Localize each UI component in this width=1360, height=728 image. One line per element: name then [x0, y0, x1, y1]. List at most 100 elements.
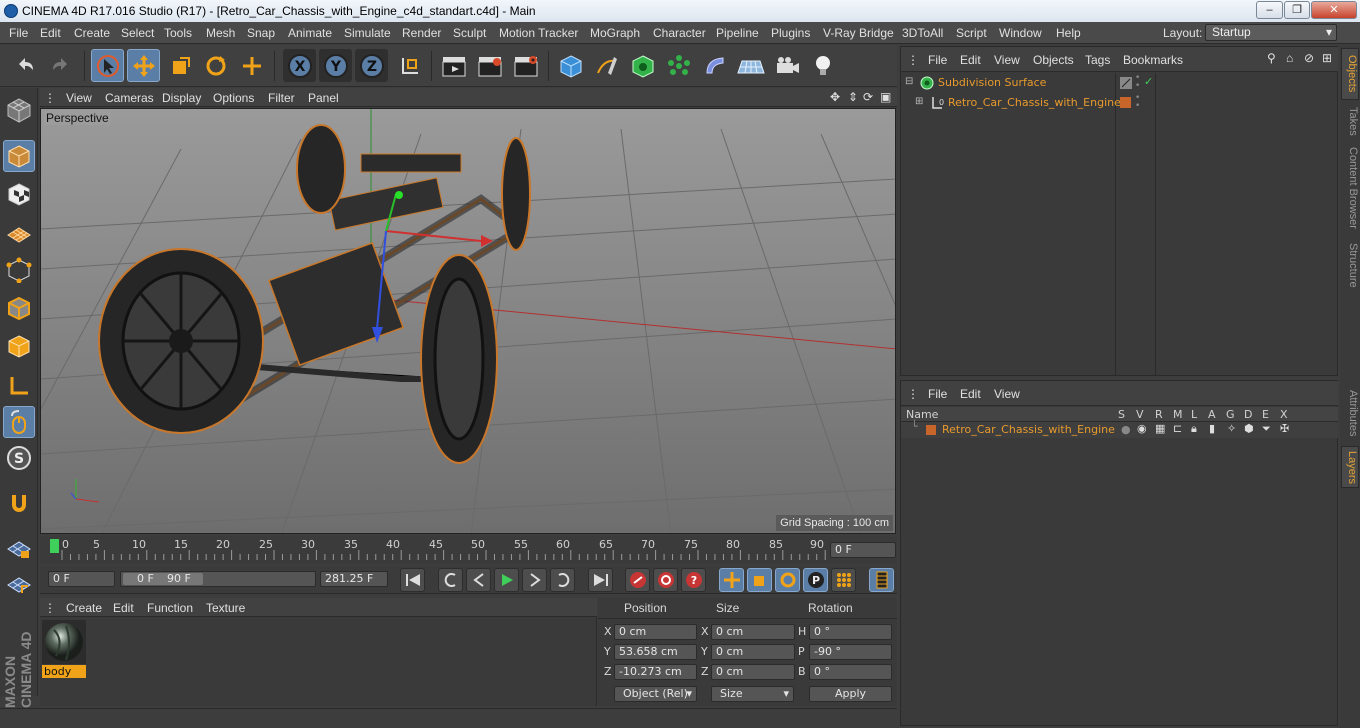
subdivision-surface-button[interactable] [626, 49, 659, 82]
menu-mograph[interactable]: MoGraph [590, 26, 640, 40]
viewport-drag-handle-icon[interactable]: ⋮ [44, 91, 56, 105]
camera-object-button[interactable] [770, 49, 803, 82]
make-editable-button[interactable] [3, 94, 35, 126]
tree-item-retro-car[interactable]: ⊞ 0 Retro_Car_Chassis_with_Engine • • [901, 94, 1338, 112]
column-render[interactable]: R [1155, 408, 1163, 421]
z-axis-button[interactable]: Z [355, 49, 388, 82]
prev-frame-button[interactable] [466, 568, 491, 592]
viewport-maximize-icon[interactable]: ▣ [880, 90, 891, 104]
expand-icon[interactable]: ⊞ [915, 96, 923, 107]
snap-button[interactable]: S [3, 442, 35, 474]
enable-axis-button[interactable] [3, 370, 35, 402]
viewport-menu-view[interactable]: View [66, 91, 92, 105]
column-solo[interactable]: S [1118, 408, 1125, 421]
viewport-menu-panel[interactable]: Panel [308, 91, 339, 105]
apply-button[interactable]: Apply [809, 686, 892, 702]
panel-drag-handle-icon[interactable]: ⋮ [44, 601, 56, 615]
layer-color-tag[interactable] [1120, 97, 1131, 108]
current-frame-field[interactable]: 0 F [830, 542, 896, 558]
menu-tools[interactable]: Tools [164, 26, 192, 40]
column-deformers[interactable]: D [1244, 408, 1252, 421]
record-keys-button[interactable] [625, 568, 650, 592]
tab-takes[interactable]: Takes [1341, 102, 1359, 140]
keyframe-selection-button[interactable]: ? [681, 568, 706, 592]
key-pla-button[interactable] [831, 568, 856, 592]
key-scale-button[interactable] [747, 568, 772, 592]
home-icon[interactable]: ⌂ [1286, 51, 1293, 65]
position-y-field[interactable]: 53.658 cm [614, 644, 697, 660]
menu-render[interactable]: Render [402, 26, 441, 40]
rotate-tool-button[interactable] [199, 49, 232, 82]
layout-select[interactable]: Startup ▾ [1205, 24, 1337, 41]
rotation-h-field[interactable]: 0 ° [809, 624, 892, 640]
menu-script[interactable]: Script [956, 26, 987, 40]
menu-vray-bridge[interactable]: V-Ray Bridge [823, 26, 894, 40]
coordinate-system-button[interactable] [392, 49, 425, 82]
tree-item-subdivision-surface[interactable]: ⊟ Subdivision Surface • • ✓ [901, 74, 1338, 92]
goto-start-button[interactable] [400, 568, 425, 592]
menu-snap[interactable]: Snap [247, 26, 275, 40]
menu-pipeline[interactable]: Pipeline [716, 26, 759, 40]
menu-file[interactable]: File [9, 26, 28, 40]
material-menu-texture[interactable]: Texture [206, 601, 245, 615]
object-menu-tags[interactable]: Tags [1085, 53, 1110, 67]
render-picture-viewer-button[interactable] [473, 49, 506, 82]
close-button[interactable]: ✕ [1311, 1, 1357, 19]
render-dots-icon[interactable]: • • [1135, 94, 1140, 111]
texture-mode-button[interactable] [3, 178, 35, 210]
perspective-viewport[interactable]: Perspective Grid Spacing : 100 cm [40, 108, 896, 534]
deformer-icon[interactable]: ⬢ [1244, 422, 1254, 435]
search-icon[interactable]: ⚲ [1267, 51, 1276, 65]
next-key-button[interactable] [550, 568, 575, 592]
pen-spline-button[interactable] [590, 49, 623, 82]
undo-button[interactable] [8, 49, 41, 82]
y-axis-button[interactable]: Y [319, 49, 352, 82]
live-selection-button[interactable] [91, 49, 124, 82]
menu-3dtoall[interactable]: 3DToAll [902, 26, 943, 40]
render-clapboard-icon[interactable]: ▦ [1155, 422, 1165, 435]
layer-row[interactable]: └ Retro_Car_Chassis_with_Engine ● ◉ ▦ ⊏ … [901, 420, 1338, 438]
tweak-mode-button[interactable] [3, 406, 35, 438]
cloner-button[interactable] [662, 49, 695, 82]
scale-tool-button[interactable] [163, 49, 196, 82]
polygons-mode-button[interactable] [3, 330, 35, 362]
collapse-icon[interactable]: ⊟ [905, 76, 913, 87]
column-generators[interactable]: G [1226, 408, 1235, 421]
object-menu-bookmarks[interactable]: Bookmarks [1123, 53, 1183, 67]
viewport-zoom-icon[interactable]: ⇕ [848, 90, 858, 104]
column-expressions[interactable]: E [1262, 408, 1269, 421]
menu-mesh[interactable]: Mesh [206, 26, 235, 40]
tab-structure[interactable]: Structure [1341, 236, 1359, 294]
lock-workplane-button[interactable] [3, 532, 35, 564]
viewport-menu-options[interactable]: Options [213, 91, 254, 105]
preview-range-slider[interactable]: 0 F 90 F [120, 571, 316, 587]
animation-icon[interactable]: ▮ [1209, 422, 1215, 435]
panel-drag-handle-icon[interactable]: ⋮ [907, 53, 919, 67]
play-button[interactable] [494, 568, 519, 592]
column-view[interactable]: V [1136, 408, 1144, 421]
key-parameter-button[interactable]: P [803, 568, 828, 592]
model-mode-button[interactable] [3, 140, 35, 172]
lock-icon[interactable]: 🔒︎ [1191, 422, 1197, 436]
edges-mode-button[interactable] [3, 292, 35, 324]
enabled-check-icon[interactable]: ✓ [1144, 75, 1153, 88]
key-rotation-button[interactable] [775, 568, 800, 592]
object-menu-view[interactable]: View [994, 53, 1020, 67]
column-animation[interactable]: A [1208, 408, 1216, 421]
prev-key-button[interactable] [438, 568, 463, 592]
size-y-field[interactable]: 0 cm [711, 644, 795, 660]
menu-select[interactable]: Select [121, 26, 154, 40]
material-menu-create[interactable]: Create [66, 601, 102, 615]
tab-layers[interactable]: Layers [1341, 446, 1359, 488]
generator-icon[interactable]: ✧ [1227, 422, 1236, 435]
timeline-window-button[interactable] [869, 568, 894, 592]
position-x-field[interactable]: 0 cm [614, 624, 697, 640]
viewport-menu-cameras[interactable]: Cameras [105, 91, 154, 105]
eye-icon[interactable]: ◉ [1137, 422, 1147, 435]
size-z-field[interactable]: 0 cm [711, 664, 795, 680]
magnet-button[interactable] [3, 488, 35, 520]
render-settings-button[interactable] [509, 49, 542, 82]
render-dots-icon[interactable]: • • [1135, 74, 1140, 91]
key-position-button[interactable] [719, 568, 744, 592]
rotation-p-field[interactable]: -90 ° [809, 644, 892, 660]
